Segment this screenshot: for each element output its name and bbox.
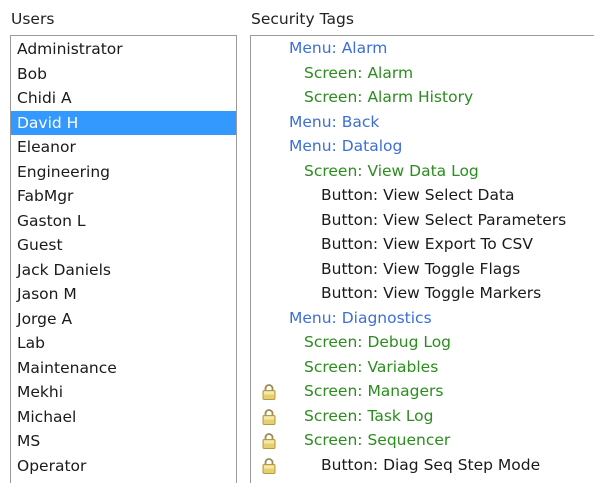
security-tag-label: Screen: Debug Log bbox=[304, 333, 452, 351]
security-tag-item[interactable]: Menu: Alarm bbox=[251, 36, 594, 61]
user-list-item[interactable]: Michael bbox=[11, 405, 236, 430]
security-tag-item[interactable]: Button: View Toggle Markers bbox=[251, 281, 594, 306]
padlock-icon bbox=[262, 408, 276, 425]
security-tags-list: Menu: Alarm Screen: Alarm Screen: Alarm Hi… bbox=[251, 36, 594, 477]
users-listbox[interactable]: Administrator Bob Chidi A David H Eleanor Eng… bbox=[10, 35, 237, 483]
security-tag-label: Menu: Alarm bbox=[289, 39, 388, 57]
user-list-item[interactable]: David H bbox=[11, 110, 236, 135]
security-tag-label: Screen: View Data Log bbox=[304, 161, 479, 180]
security-tag-label: Screen: Alarm History bbox=[304, 88, 474, 106]
user-list-item[interactable]: MS bbox=[11, 429, 236, 454]
security-tag-item[interactable]: Button: Diag Seq Step Mode bbox=[251, 453, 594, 478]
security-tag-item[interactable]: Button: View Export To CSV bbox=[251, 232, 594, 257]
security-tag-item[interactable]: Screen: Alarm bbox=[251, 61, 594, 86]
security-tag-item[interactable]: Screen: View Data Log bbox=[251, 159, 594, 184]
security-tag-item[interactable]: Menu: Diagnostics bbox=[251, 306, 594, 331]
security-tag-label: Menu: Diagnostics bbox=[289, 308, 432, 327]
padlock-icon bbox=[262, 457, 276, 474]
security-tag-item[interactable]: Screen: Managers bbox=[251, 379, 594, 404]
security-tag-label: Screen: Variables bbox=[304, 357, 439, 376]
user-list-item[interactable]: FabMgr bbox=[11, 184, 236, 209]
security-tag-label: Screen: Managers bbox=[304, 382, 444, 400]
user-list-item[interactable]: Eleanor bbox=[11, 135, 236, 160]
security-tag-label: Screen: Sequencer bbox=[304, 431, 451, 449]
user-list-item[interactable]: Jorge A bbox=[11, 307, 236, 332]
user-list-item[interactable]: Administrator bbox=[11, 37, 236, 62]
security-tag-item[interactable]: Menu: Datalog bbox=[251, 134, 594, 159]
security-tag-item[interactable]: Button: View Select Data bbox=[251, 183, 594, 208]
users-heading: Users bbox=[11, 10, 55, 28]
security-tag-label: Button: View Select Data bbox=[321, 186, 515, 204]
security-tag-label: Button: Diag Seq Step Mode bbox=[321, 455, 541, 474]
security-tag-item[interactable]: Button: View Select Parameters bbox=[251, 208, 594, 233]
security-tag-label: Menu: Datalog bbox=[289, 137, 403, 155]
user-list-item[interactable]: Bob bbox=[11, 62, 236, 87]
security-tag-item[interactable]: Screen: Sequencer bbox=[251, 428, 594, 453]
user-list-item[interactable]: Operator bbox=[11, 454, 236, 479]
security-tag-item[interactable]: Screen: Task Log bbox=[251, 404, 594, 429]
user-list-item[interactable]: Lab bbox=[11, 331, 236, 356]
user-list-item[interactable]: Jason M bbox=[11, 282, 236, 307]
security-tag-item[interactable]: Menu: Back bbox=[251, 110, 594, 135]
user-list-item[interactable]: Jack Daniels bbox=[11, 258, 236, 283]
security-tag-item[interactable]: Screen: Variables bbox=[251, 355, 594, 380]
user-list-item[interactable]: Mekhi bbox=[11, 380, 236, 405]
user-list-item[interactable]: Guest bbox=[11, 233, 236, 258]
security-tag-item[interactable]: Screen: Alarm History bbox=[251, 85, 594, 110]
security-tag-label: Menu: Back bbox=[289, 112, 380, 131]
security-tag-label: Button: View Export To CSV bbox=[321, 235, 533, 253]
security-tag-label: Screen: Task Log bbox=[304, 406, 434, 425]
padlock-icon bbox=[262, 432, 276, 449]
padlock-icon bbox=[262, 383, 276, 400]
security-tag-label: Button: View Toggle Flags bbox=[321, 259, 521, 278]
security-tag-label: Screen: Alarm bbox=[304, 63, 414, 82]
user-list-item[interactable]: Engineering bbox=[11, 160, 236, 185]
security-tag-label: Button: View Select Parameters bbox=[321, 210, 567, 229]
security-tag-item[interactable]: Button: View Toggle Flags bbox=[251, 257, 594, 282]
user-list-item[interactable]: Gaston L bbox=[11, 209, 236, 234]
user-list-item[interactable]: Chidi A bbox=[11, 86, 236, 111]
user-list-item[interactable]: Maintenance bbox=[11, 356, 236, 381]
users-list: Administrator Bob Chidi A David H Eleanor Eng… bbox=[11, 37, 236, 478]
security-tag-item[interactable]: Screen: Debug Log bbox=[251, 330, 594, 355]
security-tags-heading: Security Tags bbox=[251, 10, 354, 28]
security-tag-label: Button: View Toggle Markers bbox=[321, 284, 542, 302]
security-tags-tree[interactable]: Menu: Alarm Screen: Alarm Screen: Alarm Hi… bbox=[250, 35, 594, 483]
